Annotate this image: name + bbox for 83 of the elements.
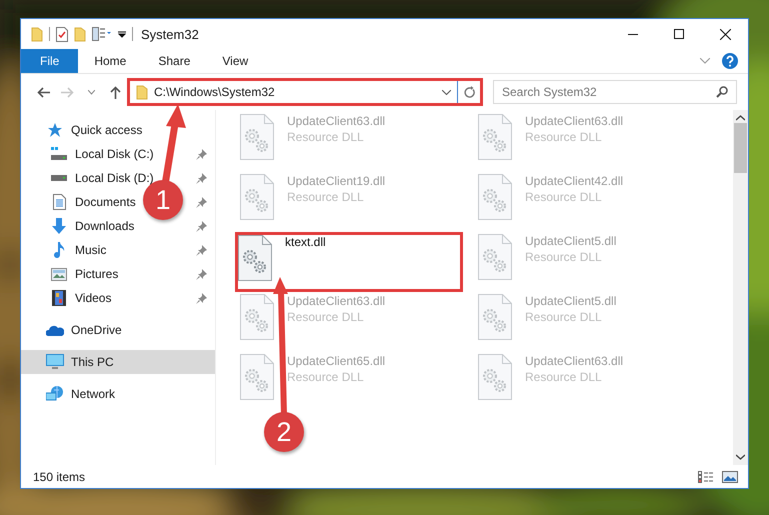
gear-document-icon	[478, 294, 512, 340]
dropdown-icon[interactable]	[118, 30, 126, 38]
nav-item[interactable]: Music	[49, 238, 106, 262]
pin-icon[interactable]	[196, 196, 207, 208]
file-type: Resource DLL	[287, 190, 365, 204]
ribbon-tab[interactable]: Share	[142, 49, 206, 73]
gear-document-icon	[478, 114, 512, 160]
pin-icon[interactable]	[196, 244, 207, 256]
star-icon	[47, 122, 63, 138]
document-icon	[52, 194, 66, 210]
item-count: 150 items	[33, 470, 86, 484]
scrollbar[interactable]	[733, 110, 748, 465]
nav-item[interactable]: Downloads	[49, 214, 134, 238]
file-name: UpdateClient65.dll	[287, 354, 386, 368]
monitor-icon	[46, 354, 64, 370]
window-title: System32	[141, 26, 199, 42]
file-name: UpdateClient19.dll	[287, 174, 386, 188]
nav-item[interactable]: Network	[45, 382, 116, 406]
file-name: UpdateClient5.dll	[525, 234, 616, 248]
gear-document-icon	[478, 354, 512, 400]
file-name: ktext.dll	[285, 235, 326, 249]
file-name: UpdateClient63.dll	[525, 354, 624, 368]
music-note-icon	[53, 242, 65, 258]
scroll-down-icon[interactable]	[736, 454, 745, 460]
ribbon-tab[interactable]: Home	[78, 49, 142, 73]
file-type: Resource DLL	[287, 370, 365, 384]
file-name: UpdateClient42.dll	[525, 174, 624, 188]
back-arrow-icon[interactable]	[36, 86, 50, 98]
refresh-icon[interactable]	[464, 86, 474, 98]
file-type: Resource DLL	[287, 130, 365, 144]
scroll-thumb[interactable]	[734, 123, 747, 173]
pin-icon[interactable]	[196, 220, 207, 232]
pin-icon[interactable]	[196, 292, 207, 304]
chevron-down-icon[interactable]	[442, 90, 451, 94]
gear-document-icon	[240, 174, 274, 220]
ribbon-tab[interactable]: File	[21, 49, 78, 73]
help-icon[interactable]	[722, 53, 738, 69]
gear-document-icon	[240, 354, 274, 400]
file-type: Resource DLL	[525, 250, 603, 264]
drive-icon	[51, 175, 67, 181]
file-item[interactable]: ktext.dll	[235, 232, 463, 292]
thumbnail-view-icon[interactable]	[722, 470, 738, 482]
properties-icon[interactable]	[56, 26, 68, 42]
layout-icon[interactable]	[92, 27, 112, 41]
film-icon	[52, 290, 66, 306]
file-type: Resource DLL	[525, 130, 603, 144]
nav-item[interactable]: Pictures	[49, 262, 118, 286]
down-arrow-icon	[51, 218, 67, 234]
file-name: UpdateClient5.dll	[525, 294, 616, 308]
network-icon	[46, 386, 64, 402]
gear-document-icon	[238, 235, 272, 281]
pin-icon[interactable]	[196, 148, 207, 160]
nav-item[interactable]: Quick access	[45, 118, 142, 142]
ribbon-tab[interactable]: View	[206, 49, 264, 73]
chevron-down-icon[interactable]	[88, 90, 94, 94]
pin-icon[interactable]	[196, 268, 207, 280]
image-icon	[51, 268, 67, 280]
up-arrow-icon[interactable]	[110, 86, 120, 98]
gear-document-icon	[240, 294, 274, 340]
drive-icon	[51, 147, 67, 161]
address-bar[interactable]: C:\Windows\System32	[127, 78, 483, 106]
gear-document-icon	[478, 234, 512, 280]
scroll-up-icon[interactable]	[736, 115, 745, 121]
nav-item[interactable]: Documents	[49, 190, 136, 214]
pin-icon[interactable]	[196, 172, 207, 184]
nav-item[interactable]: Videos	[49, 286, 112, 310]
file-type: Resource DLL	[525, 370, 603, 384]
file-name: UpdateClient63.dll	[525, 114, 624, 128]
close-icon[interactable]	[720, 28, 730, 40]
nav-item[interactable]: OneDrive	[45, 318, 122, 342]
gear-document-icon	[478, 174, 512, 220]
file-name: UpdateClient63.dll	[287, 114, 386, 128]
file-type: Resource DLL	[525, 310, 603, 324]
search-icon[interactable]	[716, 86, 728, 98]
cloud-icon	[46, 324, 64, 336]
nav-item[interactable]: Local Disk (C:)	[49, 142, 154, 166]
details-view-icon[interactable]	[698, 470, 714, 482]
gear-document-icon	[240, 114, 274, 160]
maximize-icon[interactable]	[674, 29, 684, 39]
file-type: Resource DLL	[525, 190, 603, 204]
search-field[interactable]: Search System32	[493, 80, 737, 104]
file-name: UpdateClient63.dll	[287, 294, 386, 308]
file-type: Resource DLL	[287, 310, 365, 324]
